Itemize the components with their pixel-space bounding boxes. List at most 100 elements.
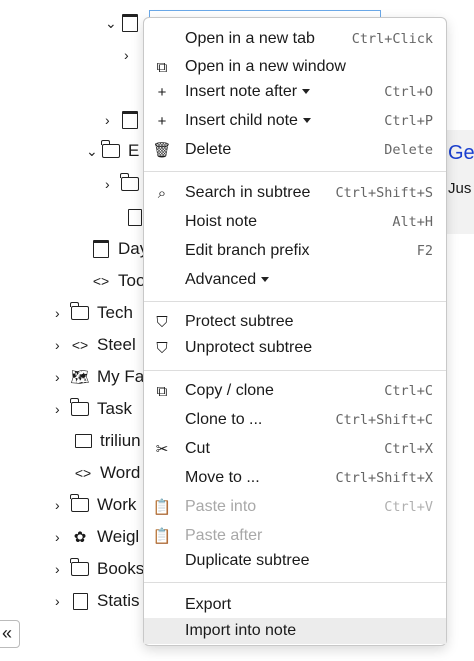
chevron-down-icon[interactable]: ⌄ — [86, 143, 100, 160]
scissors-icon: ✂ — [155, 441, 169, 458]
menu-separator — [144, 301, 446, 302]
tree-item-label: triliun — [100, 431, 141, 450]
image-icon — [72, 431, 94, 451]
chevron-right-icon[interactable]: › — [55, 337, 69, 353]
tree-item-books[interactable]: › Books — [55, 556, 144, 582]
copy-icon: ⧉ — [156, 382, 168, 400]
menu-item-label: Insert note after — [185, 83, 311, 101]
tree-row[interactable]: › — [105, 171, 147, 197]
menu-copy-clone[interactable]: ⧉ Copy / clone Ctrl+C — [144, 378, 446, 404]
menu-open-new-tab[interactable]: Open in a new tab Ctrl+Click — [144, 26, 446, 52]
tree-item-label: My Fa — [97, 367, 145, 386]
menu-item-label: Copy / clone — [185, 382, 274, 399]
menu-item-label: Open in a new tab — [185, 30, 315, 47]
folder-icon — [119, 173, 141, 194]
menu-item-label: Advanced — [185, 271, 270, 289]
caret-down-icon — [302, 118, 311, 124]
menu-separator — [144, 171, 446, 172]
tree-item-weight[interactable]: › ✿ Weigl — [55, 524, 139, 550]
search-icon: ⌕ — [157, 184, 167, 202]
menu-item-label: Insert child note — [185, 112, 311, 130]
menu-paste-after[interactable]: 📋 Paste after — [144, 523, 446, 549]
menu-item-label: Search in subtree — [185, 184, 311, 201]
chevron-right-icon[interactable]: › — [55, 401, 69, 417]
menu-item-label: Protect subtree — [185, 313, 294, 330]
note-text: Jus — [448, 180, 472, 197]
menu-item-label: Export — [185, 596, 232, 613]
menu-item-shortcut: Ctrl+O — [384, 84, 433, 100]
chevron-right-icon[interactable]: › — [55, 529, 69, 545]
tree-item-work[interactable]: › Work — [55, 492, 136, 518]
menu-move-to[interactable]: Move to ... Ctrl+Shift+X — [144, 465, 446, 491]
tree-row-expander[interactable]: › — [124, 42, 138, 68]
menu-item-shortcut: Ctrl+V — [384, 499, 433, 515]
tree-item-label: Too — [118, 271, 146, 290]
note-detail-panel: Ge Jus — [446, 130, 474, 234]
chevron-right-icon[interactable]: › — [124, 47, 138, 63]
menu-delete[interactable]: 🗑 Delete Delete — [144, 137, 446, 163]
menu-open-new-window[interactable]: ⧉ Open in a new window — [144, 54, 446, 80]
menu-edit-branch-prefix[interactable]: Edit branch prefix F2 — [144, 238, 446, 264]
plus-icon: + — [157, 112, 167, 130]
tree-item-code[interactable]: <> Too — [90, 268, 146, 294]
chevron-down-icon[interactable]: ⌄ — [105, 15, 119, 32]
menu-item-text: Advanced — [185, 271, 257, 288]
menu-unprotect-subtree[interactable]: ⛉ Unprotect subtree — [144, 335, 446, 361]
code-icon: <> — [74, 465, 92, 481]
tree-row[interactable]: ⌄ E — [86, 138, 139, 164]
chevron-right-icon[interactable]: › — [55, 497, 69, 513]
tree-item-stats[interactable]: › Statis — [55, 588, 140, 614]
calendar-icon — [119, 110, 141, 130]
tree-row-top[interactable]: ⌄ — [105, 10, 147, 36]
chevron-right-icon[interactable]: › — [105, 112, 119, 128]
menu-item-label: Open in a new window — [185, 58, 346, 75]
chevron-right-icon[interactable]: › — [55, 593, 69, 609]
caret-down-icon — [302, 89, 311, 95]
tree-item-day[interactable]: Day — [90, 236, 148, 262]
chevron-right-icon[interactable]: › — [55, 369, 69, 385]
tree-item-tech[interactable]: › Tech — [55, 300, 133, 326]
menu-item-shortcut: Ctrl+P — [384, 113, 433, 129]
folder-icon — [69, 302, 91, 323]
tree-item-label: E — [128, 141, 140, 160]
plus-icon: + — [157, 83, 167, 101]
code-icon: <> — [92, 273, 110, 289]
paste-icon: 📋 — [152, 528, 172, 545]
map-icon: 🗺 — [70, 369, 90, 386]
chevron-right-icon[interactable]: › — [55, 561, 69, 577]
tree-item-steel[interactable]: › <> Steel — [55, 332, 136, 358]
collapse-sidebar-button[interactable]: « — [0, 620, 20, 648]
tree-item-trilium[interactable]: triliun — [72, 428, 141, 454]
tree-item-word[interactable]: <> Word — [72, 460, 141, 486]
tree-item-myfa[interactable]: › 🗺 My Fa — [55, 364, 144, 390]
menu-search-in-subtree[interactable]: ⌕ Search in subtree Ctrl+Shift+S — [144, 180, 446, 206]
menu-advanced[interactable]: Advanced — [144, 267, 446, 293]
tree-item-label: Books — [97, 559, 145, 578]
menu-separator — [144, 370, 446, 371]
menu-item-label: Delete — [185, 141, 232, 158]
context-menu: Open in a new tab Ctrl+Click ⧉ Open in a… — [143, 17, 447, 646]
menu-duplicate-subtree[interactable]: Duplicate subtree — [144, 548, 446, 574]
tree-item-label: Task — [97, 399, 132, 418]
menu-item-shortcut: Ctrl+Shift+X — [335, 470, 433, 486]
tree-item-label: Work — [97, 495, 137, 514]
menu-item-label: Move to ... — [185, 469, 260, 486]
menu-import-into-note[interactable]: Import into note — [144, 618, 446, 644]
tree-row[interactable]: › — [105, 107, 147, 133]
tree-item-label: Steel — [97, 335, 136, 354]
menu-hoist-note[interactable]: Hoist note Alt+H — [144, 209, 446, 235]
menu-insert-note-after[interactable]: + Insert note after Ctrl+O — [144, 79, 446, 105]
menu-protect-subtree[interactable]: ⛉ Protect subtree — [144, 309, 446, 335]
chevron-right-icon[interactable]: › — [55, 305, 69, 321]
chevron-right-icon[interactable]: › — [105, 176, 119, 192]
menu-insert-child-note[interactable]: + Insert child note Ctrl+P — [144, 108, 446, 134]
folder-icon — [100, 140, 122, 161]
menu-export[interactable]: Export — [144, 592, 446, 618]
menu-cut[interactable]: ✂ Cut Ctrl+X — [144, 436, 446, 462]
menu-clone-to[interactable]: Clone to ... Ctrl+Shift+C — [144, 407, 446, 433]
tree-item-task[interactable]: › Task — [55, 396, 132, 422]
caret-down-icon — [261, 277, 270, 283]
menu-paste-into[interactable]: 📋 Paste into Ctrl+V — [144, 494, 446, 520]
menu-item-shortcut: Alt+H — [392, 214, 433, 230]
menu-item-text: Insert note after — [185, 83, 298, 100]
